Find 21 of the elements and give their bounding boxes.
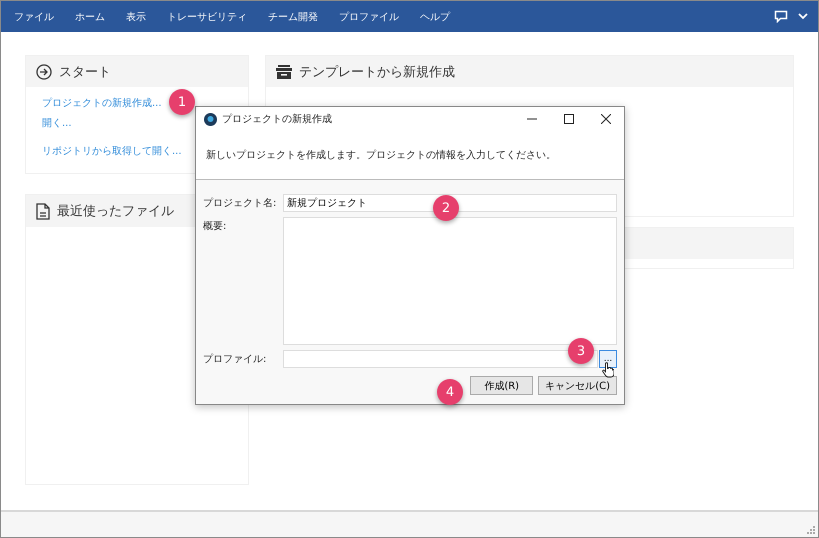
panel-title: スタート	[59, 64, 111, 80]
field-label: プロファイル:	[203, 352, 268, 366]
menu-item[interactable]: プロファイル	[331, 6, 407, 28]
panel-title: 最近使ったファイル	[57, 203, 174, 220]
link[interactable]: リポジトリから取得して開く...	[42, 144, 182, 158]
panel-title: テンプレートから新規作成	[299, 64, 455, 80]
menu-item[interactable]: ホーム	[67, 6, 113, 28]
link[interactable]: プロジェクトの新規作成...	[42, 96, 162, 110]
cancel-button[interactable]: キャンセル(C)	[538, 376, 617, 395]
menu-item[interactable]: チーム開発	[260, 6, 326, 28]
create-button[interactable]: 作成(R)	[470, 376, 534, 395]
link[interactable]: 開く...	[42, 116, 72, 130]
field-label: プロジェクト名:	[203, 196, 278, 210]
menu-item[interactable]: 表示	[118, 6, 154, 28]
menu-item[interactable]: ヘルプ	[412, 6, 458, 28]
dialog-description: 新しいプロジェクトを作成します。プロジェクトの情報を入力してください。	[206, 148, 556, 162]
browse-button[interactable]: ...	[599, 350, 617, 368]
menu-item[interactable]: ファイル	[6, 6, 62, 28]
dialog-title: プロジェクトの新規作成	[222, 112, 333, 126]
field-label: 概要:	[203, 220, 228, 233]
menu-item[interactable]: トレーサビリティ	[159, 6, 255, 28]
